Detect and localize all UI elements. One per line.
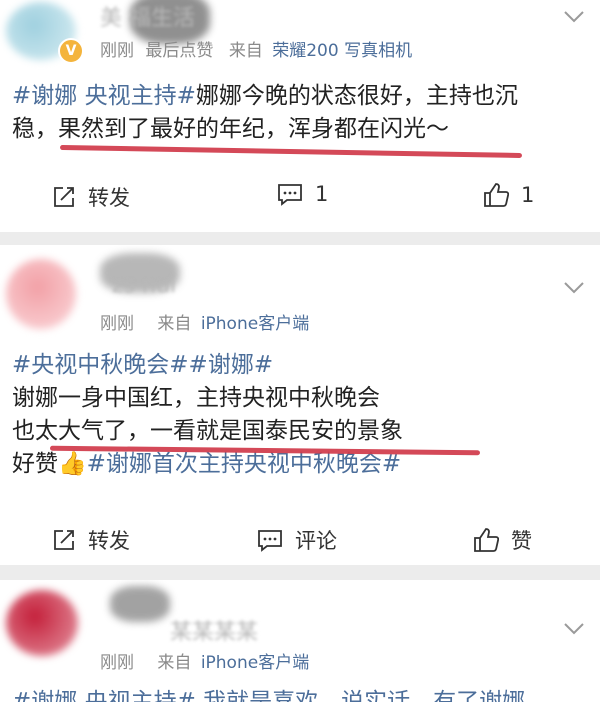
post-time: 刚刚 [100, 41, 134, 61]
repost-icon [54, 530, 74, 550]
last-like-text: 最后点赞 [145, 41, 214, 61]
comment-icon [258, 530, 282, 552]
red-underline-mark [59, 144, 523, 159]
post-time: 刚刚 [100, 653, 134, 673]
chevron-down-icon[interactable] [562, 616, 586, 640]
repost-label: 转发 [88, 529, 130, 553]
source-prefix: 来自 [228, 41, 263, 61]
text-line: 好赞 [12, 451, 58, 477]
comment-button[interactable]: 1 [277, 182, 328, 206]
username[interactable]: 美 福生活 [100, 0, 195, 32]
text-line: 稳，果然到了最好的年纪，浑身都在闪光～ [12, 116, 449, 142]
repost-icon [54, 187, 74, 207]
avatar-scribble [110, 586, 170, 622]
text-line: 也太大气了，一看就是国泰民安的景象 [12, 418, 403, 444]
like-count: 1 [521, 183, 535, 207]
like-button[interactable]: 1 [483, 182, 534, 208]
repost-button[interactable]: 转发 [52, 182, 130, 212]
comment-count: 1 [315, 182, 329, 206]
text-line: 谢娜一身中国红，主持央视中秋晚会 [12, 385, 380, 411]
repost-label: 转发 [88, 186, 130, 210]
post-text: #谢娜 央视主持# 我就是喜欢，说实话，有了谢娜 [12, 686, 588, 702]
post-time: 刚刚 [100, 314, 134, 334]
topic-tag[interactable]: #央视中秋晚会##谢娜# [12, 349, 588, 382]
topic-tag: #谢娜 央视主持# 我就是喜欢，说实话，有了谢娜 [12, 689, 526, 702]
topic-tag[interactable]: #谢娜首次主持央视中秋晚会# [87, 451, 402, 477]
chevron-down-icon[interactable] [562, 275, 586, 299]
like-label: 赞 [511, 529, 532, 553]
comment-icon [278, 184, 302, 206]
source-prefix: 来自 [157, 653, 192, 673]
chevron-down-icon[interactable] [562, 4, 586, 28]
repost-button[interactable]: 转发 [52, 525, 130, 555]
device-link[interactable]: 荣耀200 写真相机 [272, 41, 412, 61]
verified-badge-icon: V [58, 38, 84, 64]
post-text: #谢娜 央视主持#娜娜今晚的状态很好，主持也沉 稳，果然到了最好的年纪，浑身都在… [12, 80, 588, 146]
username[interactable]: 某某某某 [170, 614, 258, 646]
text-line: 娜娜今晚的状态很好，主持也沉 [195, 83, 518, 109]
comment-label: 评论 [295, 529, 337, 553]
comment-button[interactable]: 评论 [257, 525, 337, 555]
device-link[interactable]: iPhone客户端 [201, 653, 309, 673]
avatar[interactable] [6, 259, 76, 329]
thumbs-up-emoji: 👍 [58, 451, 87, 477]
post-card: zs nui 刚刚 来自 iPhone客户端 #央视中秋晚会##谢娜# 谢娜一身… [0, 245, 600, 565]
post-text: #央视中秋晚会##谢娜# 谢娜一身中国红，主持央视中秋晚会 也太大气了，一看就是… [12, 349, 588, 481]
like-button[interactable]: 赞 [473, 525, 532, 555]
post-card: 某某某某 刚刚 来自 iPhone客户端 #谢娜 央视主持# 我就是喜欢，说实话… [0, 580, 600, 702]
thumbs-up-icon [484, 183, 509, 207]
device-link[interactable]: iPhone客户端 [201, 314, 309, 334]
post-meta: 刚刚 来自 iPhone客户端 [100, 309, 309, 334]
post-meta: 刚刚 最后点赞 来自 荣耀200 写真相机 [100, 36, 412, 61]
thumbs-up-icon [474, 528, 499, 552]
post-meta: 刚刚 来自 iPhone客户端 [100, 648, 309, 673]
avatar[interactable] [6, 590, 78, 656]
topic-tag[interactable]: #谢娜 央视主持# [12, 83, 196, 109]
username[interactable]: zs nui [112, 273, 176, 298]
post-card: V 美 福生活 刚刚 最后点赞 来自 荣耀200 写真相机 #谢娜 央视主持#娜… [0, 0, 600, 232]
source-prefix: 来自 [157, 314, 192, 334]
